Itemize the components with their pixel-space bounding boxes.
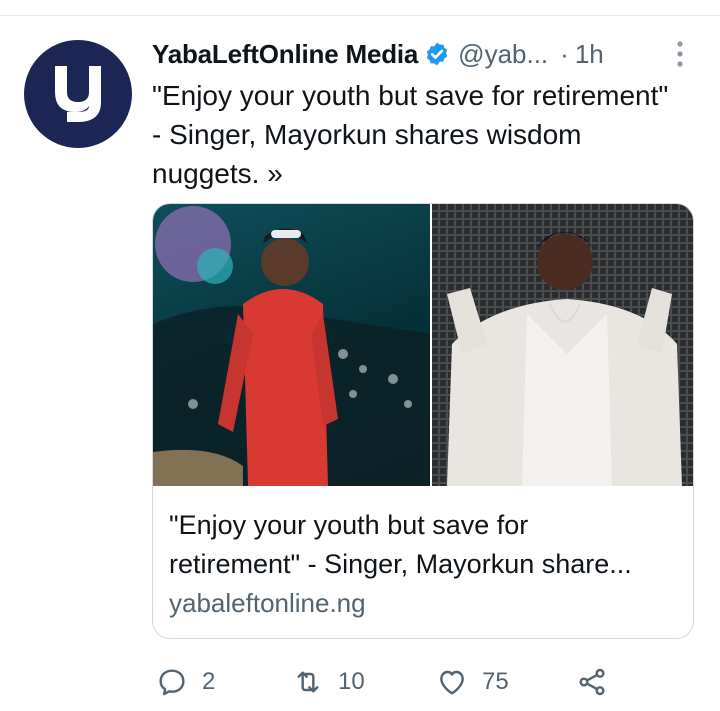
share-icon — [579, 668, 605, 696]
more-vertical-icon[interactable] — [673, 40, 687, 68]
avatar[interactable] — [24, 40, 132, 148]
tweet-text: "Enjoy your youth but save for retiremen… — [152, 80, 669, 189]
retweet-button[interactable]: 10 — [292, 662, 365, 702]
card-media — [153, 204, 693, 486]
share-button[interactable] — [576, 662, 608, 702]
like-button[interactable]: 75 — [436, 662, 509, 702]
avatar-logo-icon — [55, 66, 101, 122]
author-name[interactable]: YabaLeftOnline Media — [152, 39, 418, 70]
author-handle[interactable]: @yab... — [458, 39, 548, 70]
reply-button[interactable]: 2 — [156, 662, 215, 702]
like-count: 75 — [482, 668, 509, 695]
timestamp[interactable]: 1h — [575, 39, 604, 70]
card-domain[interactable]: yabaleftonline.ng — [169, 588, 366, 619]
card-photo-right — [432, 204, 693, 486]
tweet-actions: 2 10 75 — [152, 662, 692, 702]
card-photo-left — [153, 204, 430, 486]
card-title-line-2: retirement" - Singer, Mayorkun share... — [169, 549, 632, 579]
retweet-icon — [297, 671, 319, 693]
heart-icon — [440, 670, 464, 695]
card-title-line-1: "Enjoy your youth but save for — [169, 510, 529, 540]
tweet-header: YabaLeftOnline Media @yab... · 1h — [152, 34, 692, 74]
card-title: "Enjoy your youth but save for retiremen… — [169, 506, 679, 584]
reply-count: 2 — [202, 668, 216, 695]
top-divider — [0, 15, 720, 16]
link-card[interactable]: "Enjoy your youth but save for retiremen… — [152, 203, 694, 639]
verified-badge-icon — [426, 42, 448, 66]
retweet-count: 10 — [338, 668, 365, 695]
separator-dot: · — [560, 38, 569, 69]
reply-icon — [159, 669, 185, 696]
